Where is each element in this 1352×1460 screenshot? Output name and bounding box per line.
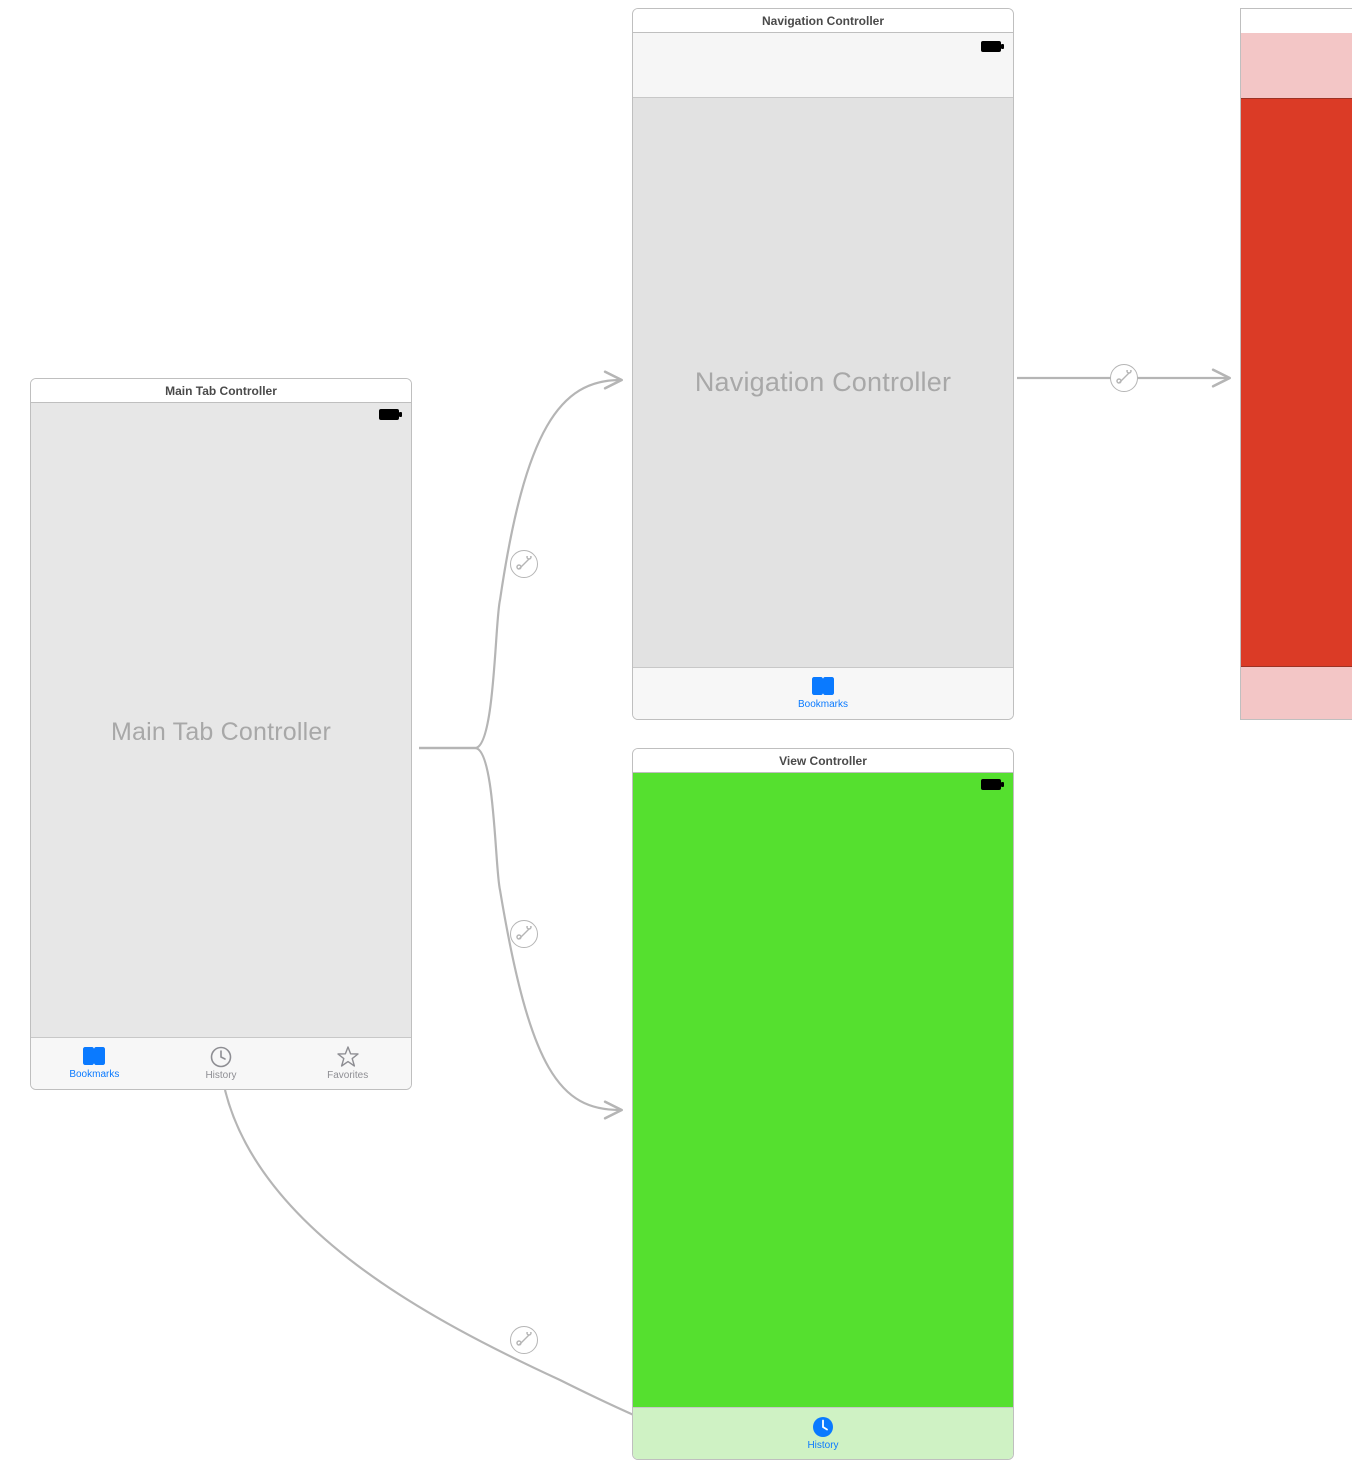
tab-bar: Bookmarks History Favorites — [31, 1037, 411, 1089]
history-icon — [210, 1046, 232, 1068]
scene-content — [633, 797, 1013, 1407]
history-icon — [812, 1416, 834, 1438]
bookmarks-icon — [81, 1047, 107, 1067]
tab-item-bookmarks[interactable]: Bookmarks — [31, 1038, 158, 1089]
scene-view-controller-green[interactable]: View Controller History — [632, 748, 1014, 1460]
tab-item-favorites[interactable]: Favorites — [284, 1038, 411, 1089]
scene-navigation-controller[interactable]: Navigation Controller Navigation Control… — [632, 8, 1014, 720]
scene-main-tab-controller[interactable]: Main Tab Controller Main Tab Controller … — [30, 378, 412, 1090]
segue-badge-relationship[interactable] — [510, 920, 538, 948]
battery-icon — [379, 409, 403, 420]
favorites-icon — [337, 1046, 359, 1068]
bookmarks-icon — [810, 677, 836, 697]
top-bar-region — [1241, 33, 1352, 98]
tab-bar: History — [633, 1407, 1013, 1459]
scene-title: View Controller — [633, 749, 1013, 773]
placeholder-label: Navigation Controller — [695, 367, 951, 398]
tab-label: Bookmarks — [798, 699, 848, 710]
scene-red-partial[interactable] — [1240, 8, 1352, 720]
battery-icon — [981, 779, 1005, 790]
status-bar — [633, 773, 1013, 797]
placeholder-label: Main Tab Controller — [111, 718, 331, 747]
segue-badge-relationship[interactable] — [510, 550, 538, 578]
segue-badge-relationship[interactable] — [510, 1326, 538, 1354]
tab-item-history[interactable]: History — [633, 1408, 1013, 1459]
battery-icon — [981, 41, 1005, 52]
segue-badge-relationship[interactable] — [1110, 364, 1138, 392]
status-bar — [31, 403, 411, 427]
tab-label: Bookmarks — [69, 1069, 119, 1080]
scene-title — [1241, 9, 1352, 33]
tab-bar-region — [1241, 667, 1352, 719]
tab-item-bookmarks[interactable]: Bookmarks — [633, 668, 1013, 719]
tab-label: History — [807, 1440, 838, 1451]
tab-label: History — [205, 1070, 236, 1081]
scene-title: Navigation Controller — [633, 9, 1013, 33]
tab-label: Favorites — [327, 1070, 368, 1081]
tab-bar: Bookmarks — [633, 667, 1013, 719]
scene-title: Main Tab Controller — [31, 379, 411, 403]
scene-content: Navigation Controller — [633, 98, 1013, 667]
tab-item-history[interactable]: History — [158, 1038, 285, 1089]
navigation-bar — [633, 33, 1013, 98]
scene-content — [1241, 98, 1352, 667]
scene-content: Main Tab Controller — [31, 427, 411, 1037]
